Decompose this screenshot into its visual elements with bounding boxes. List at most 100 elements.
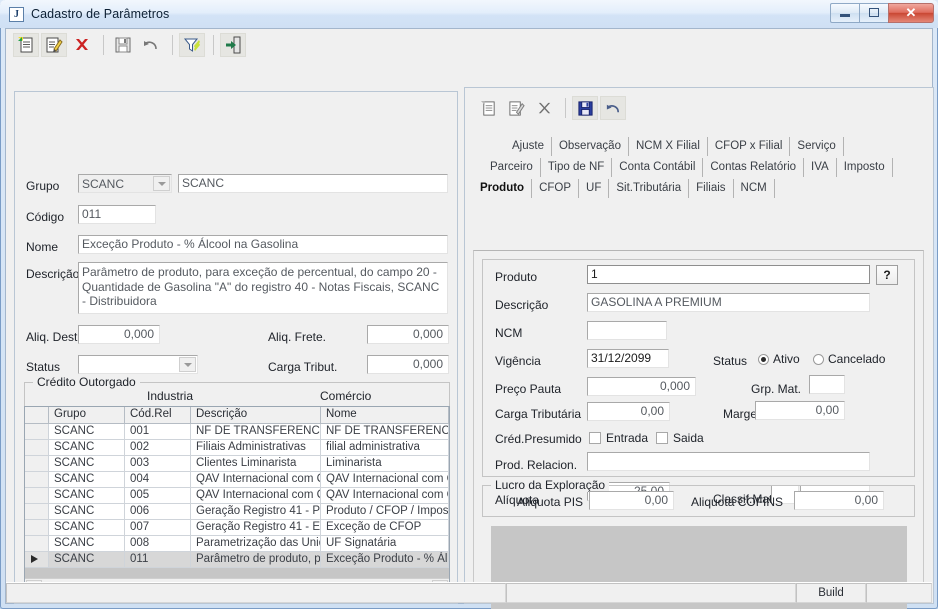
cell-cod[interactable]: 006 [125, 504, 191, 520]
cell-grupo[interactable]: SCANC [49, 456, 125, 472]
cell-cod[interactable]: 004 [125, 472, 191, 488]
exit-icon[interactable] [220, 32, 246, 57]
row-marker[interactable] [25, 472, 49, 488]
tab-uf[interactable]: UF [579, 179, 610, 198]
descricao-produto-field[interactable]: GASOLINA A PREMIUM [587, 293, 870, 312]
cell-nome[interactable]: Exceção Produto - % Álco [321, 552, 449, 568]
aliquota-cofins-field[interactable]: 0,00 [794, 491, 884, 510]
cell-descricao[interactable]: Parametrização das Unidad [191, 536, 321, 552]
edit-icon-right[interactable] [503, 96, 529, 120]
grid-header-cod[interactable]: Cód.Rel [125, 407, 191, 423]
aliquota-pis-field[interactable]: 0,00 [589, 491, 674, 510]
margem-field[interactable]: 0,00 [755, 401, 845, 420]
cell-grupo[interactable]: SCANC [49, 552, 125, 568]
close-button[interactable]: ✕ [888, 2, 934, 23]
maximize-button[interactable] [859, 2, 888, 23]
produto-field[interactable]: 1 [587, 265, 870, 284]
tab-produto[interactable]: Produto [473, 179, 533, 198]
filter-icon[interactable] [179, 32, 205, 57]
grid-header-nome[interactable]: Nome [321, 407, 449, 423]
undo-icon[interactable] [138, 33, 164, 57]
cell-cod[interactable]: 007 [125, 520, 191, 536]
cell-nome[interactable]: Produto / CFOP / Imposto [321, 504, 449, 520]
row-marker[interactable] [25, 504, 49, 520]
table-row[interactable]: SCANC 005 QAV Internacional com CFl QAV Int… [25, 488, 449, 504]
grupo-desc-field[interactable]: SCANC [178, 174, 448, 193]
tab-cfop[interactable]: CFOP [532, 179, 580, 198]
produto-help-button[interactable]: ? [876, 265, 898, 285]
delete-icon-right[interactable] [531, 96, 557, 120]
new-icon-right[interactable] [475, 96, 501, 120]
chevron-down-icon[interactable] [153, 176, 170, 191]
grp-mat-field[interactable] [809, 375, 845, 394]
cell-grupo[interactable]: SCANC [49, 424, 125, 440]
cell-descricao[interactable]: QAV Internacional com CFl [191, 488, 321, 504]
cell-cod[interactable]: 002 [125, 440, 191, 456]
cell-grupo[interactable]: SCANC [49, 440, 125, 456]
undo-icon-right[interactable] [600, 96, 626, 120]
table-row[interactable]: SCANC 002 Filiais Administrativas filial ad… [25, 440, 449, 456]
tab-tipo-de-nf[interactable]: Tipo de NF [541, 158, 613, 177]
cell-nome[interactable]: Exceção de CFOP [321, 520, 449, 536]
tab-conta-cont-bil[interactable]: Conta Contábil [612, 158, 704, 177]
table-row[interactable]: SCANC 007 Geração Registro 41 - Exc Exceção… [25, 520, 449, 536]
cell-cod[interactable]: 003 [125, 456, 191, 472]
cell-descricao[interactable]: Parâmetro de produto, pa [191, 552, 321, 568]
cell-nome[interactable]: Liminarista [321, 456, 449, 472]
tab-servi-o[interactable]: Serviço [790, 137, 844, 156]
row-marker[interactable] [25, 424, 49, 440]
save-icon[interactable] [110, 33, 136, 57]
table-row[interactable]: SCANC 003 Clientes Liminarista Liminarista [25, 456, 449, 472]
table-row[interactable]: SCANC 011 Parâmetro de produto, pa Exceção … [25, 552, 449, 568]
aliq-frete-field[interactable]: 0,000 [367, 325, 449, 344]
new-icon[interactable] [13, 32, 39, 57]
delete-icon[interactable] [69, 33, 95, 57]
tab-iva[interactable]: IVA [804, 158, 837, 177]
ncm-field[interactable] [587, 321, 667, 340]
cell-nome[interactable]: UF Signatária [321, 536, 449, 552]
cell-grupo[interactable]: SCANC [49, 472, 125, 488]
cell-nome[interactable]: QAV Internacional com CFl [321, 472, 449, 488]
preco-pauta-field[interactable]: 0,000 [587, 377, 696, 396]
save-icon-right[interactable] [572, 96, 598, 120]
cell-cod[interactable]: 005 [125, 488, 191, 504]
cell-grupo[interactable]: SCANC [49, 488, 125, 504]
table-row[interactable]: SCANC 001 NF DE TRANSFERENCIA NF DE TRANSFE… [25, 424, 449, 440]
descricao-field[interactable]: Parâmetro de produto, para exceção de pe… [78, 262, 448, 314]
cell-descricao[interactable]: Geração Registro 41 - Exc [191, 520, 321, 536]
cell-grupo[interactable]: SCANC [49, 504, 125, 520]
cell-nome[interactable]: filial administrativa [321, 440, 449, 456]
entrada-checkbox[interactable]: Entrada [589, 431, 648, 445]
vigencia-field[interactable]: 31/12/2099 [587, 349, 669, 368]
cell-cod[interactable]: 008 [125, 536, 191, 552]
carga-tributaria-field[interactable]: 0,00 [587, 402, 670, 421]
row-marker[interactable] [25, 552, 49, 568]
chevron-down-icon-2[interactable] [179, 357, 196, 372]
grupo-combo[interactable]: SCANC [78, 174, 172, 193]
row-marker[interactable] [25, 488, 49, 504]
parametros-grid[interactable]: Grupo Cód.Rel Descrição Nome SCANC 001 NF … [24, 406, 450, 596]
tab-imposto[interactable]: Imposto [837, 158, 893, 177]
status-combo[interactable] [78, 355, 198, 374]
table-row[interactable]: SCANC 006 Geração Registro 41 - Par Produto… [25, 504, 449, 520]
minimize-button[interactable] [830, 2, 859, 23]
aliq-dest-field[interactable]: 0,000 [78, 325, 160, 344]
prod-relacion-field[interactable] [587, 452, 870, 471]
grid-header-grupo[interactable]: Grupo [49, 407, 125, 423]
cell-descricao[interactable]: Geração Registro 41 - Par [191, 504, 321, 520]
cell-cod[interactable]: 011 [125, 552, 191, 568]
tab-filiais[interactable]: Filiais [689, 179, 734, 198]
tab-cfop-x-filial[interactable]: CFOP x Filial [708, 137, 791, 156]
row-marker[interactable] [25, 456, 49, 472]
cell-grupo[interactable]: SCANC [49, 536, 125, 552]
tab-contas-relat-rio[interactable]: Contas Relatório [703, 158, 805, 177]
table-row[interactable]: SCANC008Parametrização das UnidadUF Sign… [25, 536, 449, 552]
edit-icon[interactable] [41, 32, 67, 57]
row-marker[interactable] [25, 440, 49, 456]
cell-descricao[interactable]: QAV Internacional com CFl [191, 472, 321, 488]
status-radio-ativo[interactable]: Ativo [758, 352, 800, 366]
row-marker[interactable] [25, 520, 49, 536]
tab-ajuste[interactable]: Ajuste [505, 137, 552, 156]
tab-parceiro[interactable]: Parceiro [483, 158, 541, 177]
cell-descricao[interactable]: NF DE TRANSFERENCIA [191, 424, 321, 440]
